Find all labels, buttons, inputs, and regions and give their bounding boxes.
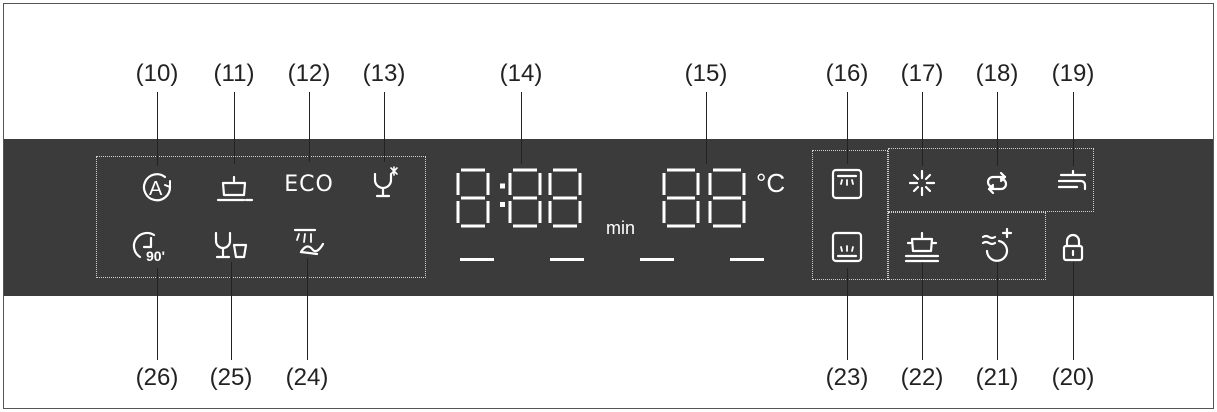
leader-23 (847, 268, 848, 360)
quick-90-min-icon[interactable]: 90' (132, 227, 172, 267)
rinse-aid-icon[interactable] (902, 163, 942, 203)
leader-11 (234, 92, 235, 164)
callout-25: (25) (209, 364, 253, 391)
lower-basket-icon[interactable] (827, 227, 867, 267)
leader-15 (706, 92, 707, 164)
callout-11: (11) (213, 60, 255, 87)
time-unit-label: min (606, 218, 636, 238)
display-dash-4 (730, 258, 764, 261)
callout-12: (12) (287, 60, 331, 87)
time-display (456, 168, 606, 237)
callout-20: (20) (1051, 364, 1095, 391)
callout-26: (26) (135, 364, 179, 391)
temperature-unit-label: °C (756, 168, 786, 198)
leader-16 (847, 92, 848, 164)
callout-15: (15) (684, 60, 728, 87)
leader-18 (997, 92, 998, 166)
leader-19 (1073, 92, 1074, 166)
leader-24 (307, 258, 308, 360)
upper-basket-icon[interactable] (827, 164, 867, 204)
extra-dry-icon[interactable] (977, 225, 1017, 265)
intensive-pot-icon[interactable] (214, 167, 254, 207)
leader-26 (157, 268, 158, 360)
callout-13: (13) (362, 60, 406, 87)
water-tap-icon[interactable] (1053, 163, 1093, 203)
temperature-display (662, 168, 762, 237)
auto-program-icon[interactable]: A (137, 167, 177, 207)
callout-18: (18) (975, 60, 1019, 87)
callout-16: (16) (825, 60, 869, 87)
svg-text:A: A (149, 178, 163, 200)
leader-17 (922, 92, 923, 166)
salt-regeneration-icon[interactable] (977, 163, 1017, 203)
glass-care-icon[interactable] (364, 164, 404, 204)
display-colon (500, 201, 505, 207)
leader-10 (157, 92, 158, 166)
quick-90-label: 90' (146, 248, 165, 264)
leader-12 (309, 92, 310, 162)
callout-23: (23) (825, 364, 869, 391)
callout-19: (19) (1051, 60, 1095, 87)
eco-label[interactable]: ECO (279, 172, 339, 197)
display-colon (500, 183, 505, 189)
display-dash-2 (550, 258, 584, 261)
child-lock-icon[interactable] (1053, 227, 1093, 267)
leader-20 (1073, 262, 1074, 360)
glasses-cups-icon[interactable] (211, 227, 251, 267)
leader-14 (521, 92, 522, 164)
callout-22: (22) (900, 364, 944, 391)
display-dash-1 (460, 258, 494, 261)
leader-22 (922, 262, 923, 360)
leader-21 (997, 262, 998, 360)
leader-25 (231, 262, 232, 360)
display-dash-3 (640, 258, 674, 261)
leader-13 (384, 92, 385, 162)
callout-21: (21) (975, 364, 1019, 391)
callout-24: (24) (285, 364, 329, 391)
callout-10: (10) (135, 60, 179, 87)
callout-17: (17) (900, 60, 944, 87)
heavy-pot-icon[interactable] (902, 227, 942, 267)
prewash-spray-icon[interactable] (287, 224, 327, 264)
callout-14: (14) (499, 60, 543, 87)
